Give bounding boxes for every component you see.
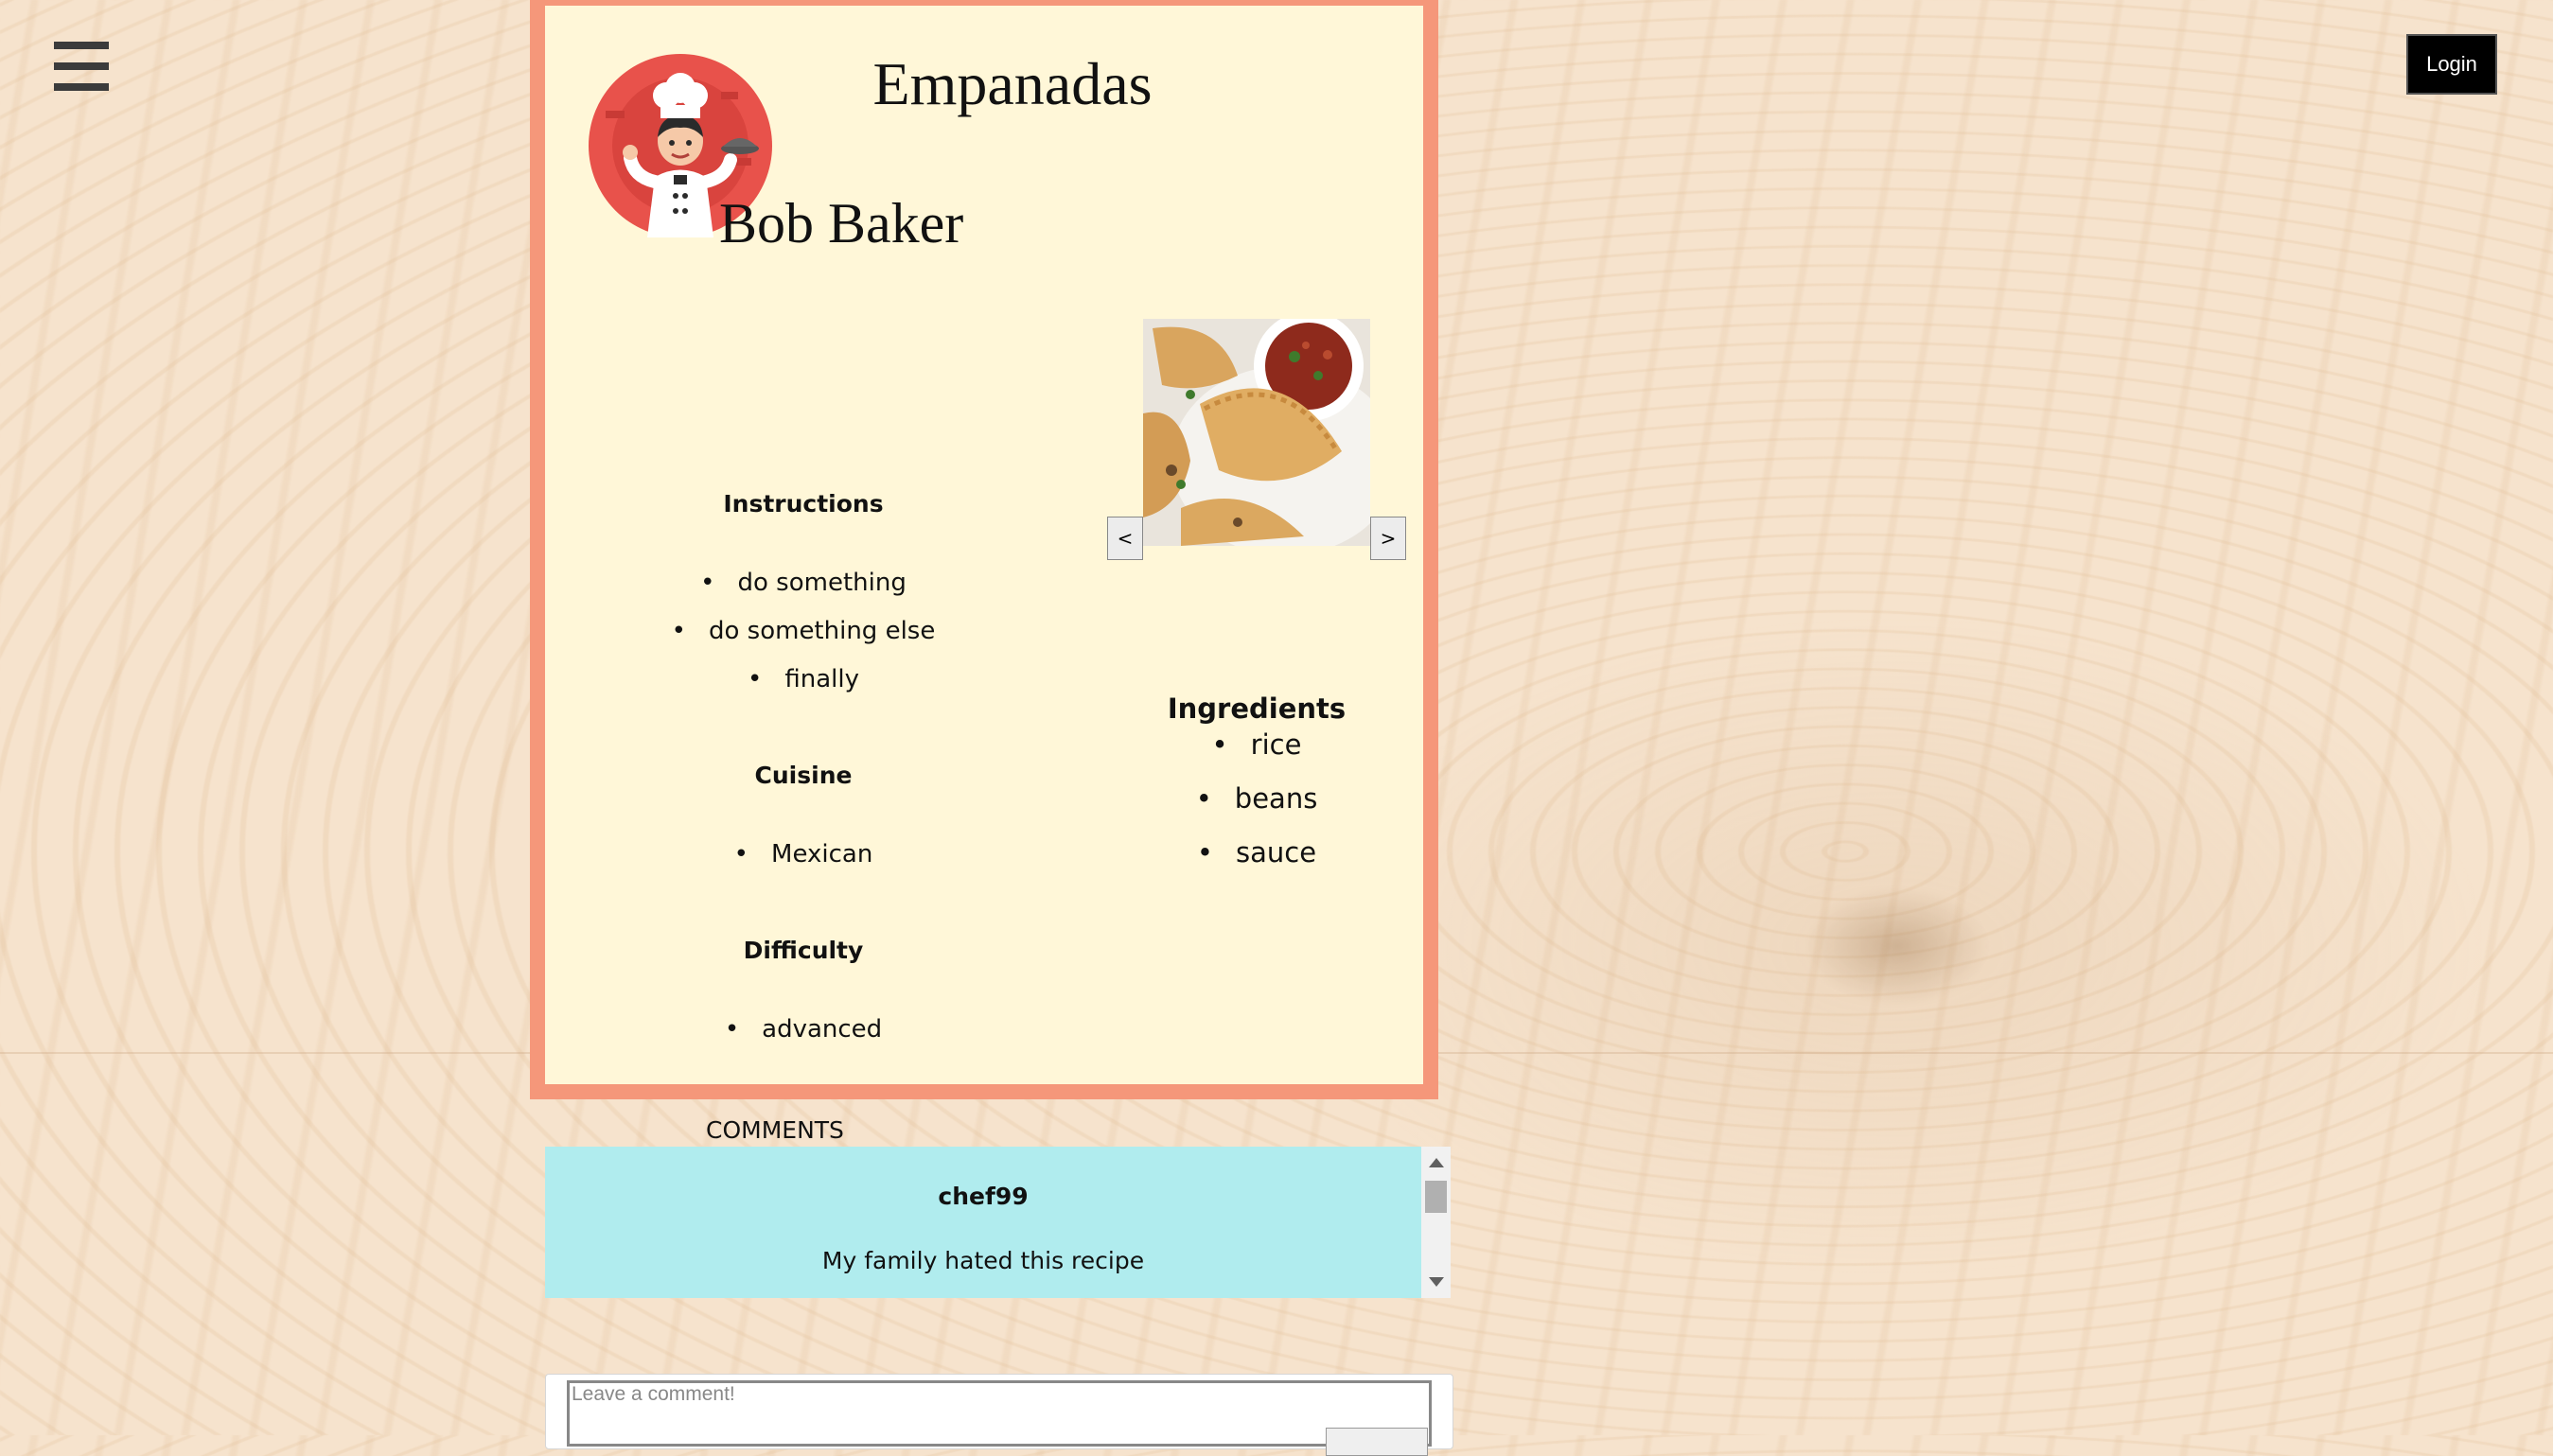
recipe-photo [1143, 319, 1370, 546]
comment-username: chef99 [938, 1183, 1029, 1210]
comment-form [545, 1374, 1453, 1456]
difficulty-heading: Difficulty [743, 937, 864, 964]
recipe-title: Empanadas [872, 50, 1153, 117]
gallery-next-button[interactable]: > [1370, 517, 1406, 560]
ingredient-item: rice [1067, 728, 1446, 761]
menu-hamburger-icon[interactable] [54, 42, 109, 91]
comments-list[interactable]: chef99 My family hated this recipe [545, 1147, 1451, 1298]
scroll-down-arrow-icon[interactable] [1429, 1277, 1444, 1287]
cuisine-item: Mexican [614, 840, 993, 868]
cuisine-heading: Cuisine [754, 762, 853, 789]
submit-comment-button[interactable] [1326, 1428, 1428, 1456]
comment-item: chef99 My family hated this recipe [545, 1147, 1421, 1298]
login-button[interactable]: Login [2406, 34, 2497, 95]
instruction-item: do something [614, 569, 993, 597]
recipe-author: Bob Baker [719, 192, 964, 254]
difficulty-item: advanced [614, 1015, 993, 1044]
comment-text: My family hated this recipe [821, 1247, 1145, 1274]
instruction-item: do something else [614, 617, 993, 645]
comment-input[interactable] [567, 1380, 1432, 1447]
instruction-item: finally [614, 665, 993, 693]
ingredient-item: sauce [1067, 836, 1446, 868]
comments-scrollbar[interactable] [1421, 1147, 1451, 1298]
gallery-prev-button[interactable]: < [1107, 517, 1143, 560]
instructions-heading: Instructions [723, 490, 884, 517]
comments-label: COMMENTS [706, 1116, 844, 1144]
scroll-thumb[interactable] [1425, 1181, 1447, 1213]
ingredients-heading: Ingredients [1167, 693, 1347, 725]
ingredient-item: beans [1067, 782, 1446, 815]
scroll-up-arrow-icon[interactable] [1429, 1158, 1444, 1167]
